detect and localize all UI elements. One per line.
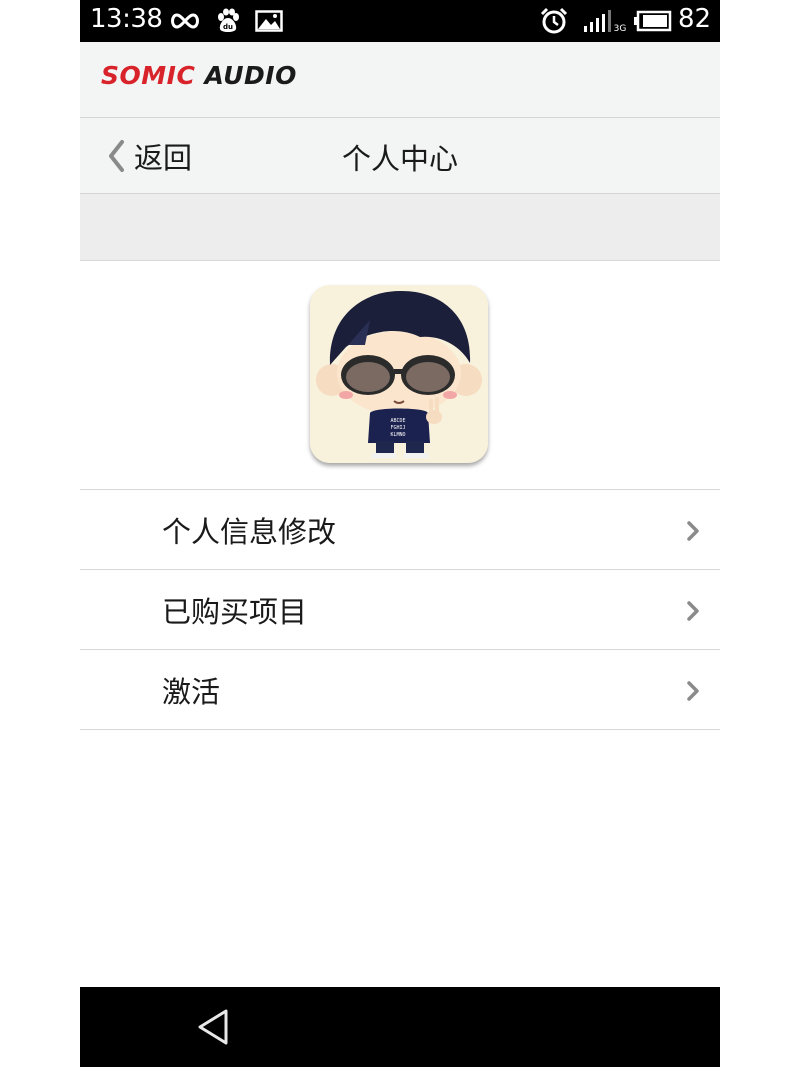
svg-text:du: du xyxy=(223,23,233,31)
chevron-right-icon xyxy=(687,681,699,701)
image-icon xyxy=(254,8,284,34)
profile-menu: 个人信息修改 已购买项目 激活 xyxy=(80,489,720,730)
brand-logo-part2: AUDIO xyxy=(204,61,297,90)
avatar[interactable]: ABCDE FGHIJ KLMNO xyxy=(310,285,488,463)
chevron-right-icon xyxy=(687,601,699,621)
brand-logo: SOMIC AUDIO xyxy=(101,61,297,90)
system-back-icon[interactable] xyxy=(194,1007,234,1047)
menu-item-label: 个人信息修改 xyxy=(162,514,337,549)
system-nav-bar xyxy=(80,987,720,1067)
nav-bar: 返回 个人中心 xyxy=(80,118,720,194)
avatar-shirt-line: FGHIJ xyxy=(390,425,405,431)
alarm-icon xyxy=(540,7,568,34)
menu-item-activate[interactable]: 激活 xyxy=(80,650,720,730)
signal-icon: 3G xyxy=(582,8,628,34)
chevron-right-icon xyxy=(687,521,699,541)
infinity-icon xyxy=(168,8,202,34)
baidu-paw-icon: du xyxy=(214,8,242,34)
battery-level: 82 xyxy=(678,4,712,34)
network-type: 3G xyxy=(614,24,627,33)
avatar-shirt-line: KLMNO xyxy=(390,432,405,438)
status-time: 13:38 xyxy=(90,4,163,34)
section-header-band xyxy=(80,194,720,261)
menu-item-label: 已购买项目 xyxy=(162,594,308,629)
menu-item-purchased[interactable]: 已购买项目 xyxy=(80,570,720,650)
page-title: 个人中心 xyxy=(341,142,458,176)
avatar-shirt-line: ABCDE xyxy=(390,418,405,424)
phone-screen: 13:38 du 3G 82 SOMIC AUDIO 返回 个人中心 ABCDE… xyxy=(80,0,720,1067)
battery-icon xyxy=(634,8,672,34)
status-bar: 13:38 du 3G 82 xyxy=(80,0,720,42)
app-header: SOMIC AUDIO xyxy=(80,42,720,118)
menu-item-label: 激活 xyxy=(162,674,221,709)
avatar-image: ABCDE FGHIJ KLMNO xyxy=(310,285,488,463)
brand-logo-part1: SOMIC xyxy=(101,61,196,90)
menu-item-edit-profile[interactable]: 个人信息修改 xyxy=(80,490,720,570)
